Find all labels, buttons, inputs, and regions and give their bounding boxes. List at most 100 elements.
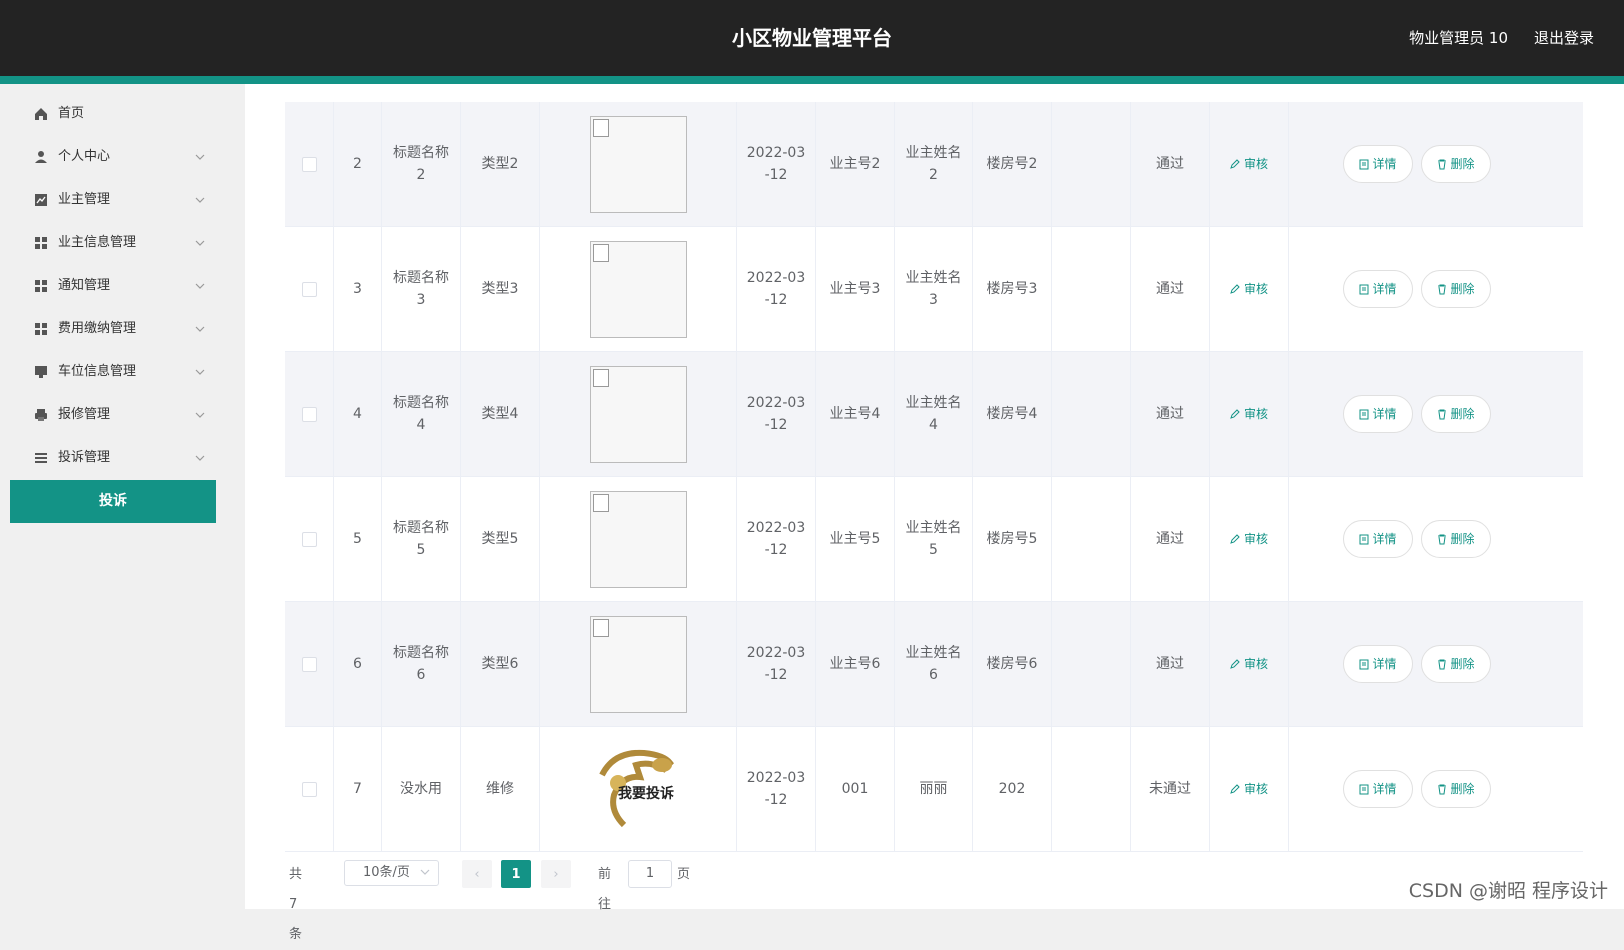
sidebar-item-4[interactable]: 通知管理: [0, 268, 245, 304]
row-checkbox[interactable]: [301, 281, 317, 297]
audit-button[interactable]: 审核: [1230, 403, 1268, 425]
complaint-image-text: 我要投诉: [618, 786, 674, 802]
action-buttons: 详情 删除: [1339, 770, 1495, 808]
room-number-cell-text: 楼房号2: [986, 156, 1038, 172]
sidebar-item-5[interactable]: 费用缴纳管理: [0, 311, 245, 347]
delete-button[interactable]: 删除: [1421, 270, 1491, 308]
sidebar-item-6[interactable]: 车位信息管理: [0, 354, 245, 390]
title-cell: 标题名称 2: [382, 102, 461, 226]
room-number-cell: 楼房号5: [973, 477, 1052, 601]
owner-number-cell: 业主号6: [816, 602, 895, 726]
room-number-cell: 楼房号4: [973, 352, 1052, 476]
table-row: 6 标题名称 6 类型6 2022-03 -12 业主号6 业主姓名 6 楼房号6 通过 审核 详…: [285, 602, 1583, 727]
sidebar-subitem-complaint[interactable]: 投诉: [10, 480, 216, 523]
trash-icon: [1438, 784, 1447, 794]
audit-button[interactable]: 审核: [1230, 278, 1268, 300]
sidebar-item-8[interactable]: 投诉管理: [0, 440, 245, 476]
logout-link[interactable]: 退出登录: [1534, 26, 1594, 50]
empty-cell: [1052, 227, 1131, 351]
detail-button[interactable]: 详情: [1343, 395, 1413, 433]
audit-label: 审核: [1243, 532, 1268, 546]
date-cell: 2022-03 -12: [737, 602, 816, 726]
audit-button[interactable]: 审核: [1230, 653, 1268, 675]
delete-button[interactable]: 删除: [1421, 395, 1491, 433]
row-checkbox[interactable]: [301, 656, 317, 672]
detail-button[interactable]: 详情: [1343, 145, 1413, 183]
row-index-text: 5: [353, 531, 362, 547]
edit-icon: [1230, 409, 1240, 419]
image-cell: 我要投诉: [540, 727, 737, 851]
chevron-down-icon: [195, 197, 205, 203]
audit-label: 审核: [1243, 782, 1268, 796]
owner-number-cell: 业主号3: [816, 227, 895, 351]
broken-image: [589, 240, 687, 338]
row-index: 3: [334, 227, 382, 351]
type-cell: 维修: [461, 727, 540, 851]
date-cell: 2022-03 -12: [737, 352, 816, 476]
user-icon: [35, 151, 47, 163]
title-cell: 标题名称 5: [382, 477, 461, 601]
chevron-down-icon: [195, 326, 205, 332]
row-index: 2: [334, 102, 382, 226]
row-checkbox[interactable]: [301, 406, 317, 422]
prev-page-button[interactable]: ‹: [462, 860, 492, 888]
type-cell-text: 维修: [486, 781, 514, 797]
audit-button[interactable]: 审核: [1230, 778, 1268, 800]
type-cell-text: 类型6: [481, 656, 519, 672]
detail-label: 详情: [1372, 282, 1397, 296]
action-buttons: 详情 删除: [1339, 520, 1495, 558]
broken-image: [589, 615, 687, 713]
current-page-button[interactable]: 1: [501, 860, 531, 888]
detail-button[interactable]: 详情: [1343, 645, 1413, 683]
sidebar-item-7[interactable]: 报修管理: [0, 397, 245, 433]
page-suffix-label: 页: [677, 867, 691, 882]
goto-page-input[interactable]: 1: [628, 860, 672, 888]
actions-cell: 详情 删除: [1289, 102, 1583, 226]
audit-button[interactable]: 审核: [1230, 153, 1268, 175]
table-row: 5 标题名称 5 类型5 2022-03 -12 业主号5 业主姓名 5 楼房号5 通过 审核 详…: [285, 477, 1583, 602]
audit-cell: 审核: [1210, 727, 1289, 851]
table-row: 3 标题名称 3 类型3 2022-03 -12 业主号3 业主姓名 3 楼房号3 通过 审核 详…: [285, 227, 1583, 352]
audit-cell: 审核: [1210, 602, 1289, 726]
owner-name-cell: 业主姓名 6: [895, 602, 973, 726]
delete-button[interactable]: 删除: [1421, 645, 1491, 683]
sidebar-item-label: 个人中心: [58, 149, 111, 164]
type-cell: 类型3: [461, 227, 540, 351]
actions-cell: 详情 删除: [1289, 352, 1583, 476]
detail-button[interactable]: 详情: [1343, 770, 1413, 808]
owner-name-cell: 业主姓名 5: [895, 477, 973, 601]
sidebar-item-0[interactable]: 首页: [0, 96, 245, 132]
delete-button[interactable]: 删除: [1421, 520, 1491, 558]
detail-button[interactable]: 详情: [1343, 520, 1413, 558]
owner-number-cell-text: 业主号6: [829, 656, 881, 672]
detail-button[interactable]: 详情: [1343, 270, 1413, 308]
checkbox-cell: [285, 477, 334, 601]
sidebar-item-label: 通知管理: [58, 278, 111, 293]
delete-button[interactable]: 删除: [1421, 770, 1491, 808]
room-number-cell: 楼房号3: [973, 227, 1052, 351]
page-size-select[interactable]: 10条/页: [344, 860, 439, 886]
owner-number-cell: 001: [816, 727, 895, 851]
status-cell-text: 通过: [1156, 156, 1184, 172]
type-cell: 类型2: [461, 102, 540, 226]
document-icon: [1359, 159, 1369, 169]
row-checkbox[interactable]: [301, 156, 317, 172]
delete-button[interactable]: 删除: [1421, 145, 1491, 183]
sidebar-item-3[interactable]: 业主信息管理: [0, 225, 245, 261]
row-checkbox[interactable]: [301, 531, 317, 547]
complaint-image: 我要投诉: [594, 745, 682, 833]
app-title: 小区物业管理平台: [732, 26, 892, 50]
edit-icon: [1230, 284, 1240, 294]
row-index-text: 3: [353, 281, 362, 297]
chevron-down-icon: [195, 412, 205, 418]
row-checkbox[interactable]: [301, 781, 317, 797]
audit-button[interactable]: 审核: [1230, 528, 1268, 550]
next-page-button[interactable]: ›: [541, 860, 571, 888]
sidebar-item-1[interactable]: 个人中心: [0, 139, 245, 175]
date-cell-text: 2022-03 -12: [746, 145, 806, 183]
broken-image: [589, 490, 687, 588]
grid-icon: [35, 323, 47, 335]
sidebar-item-2[interactable]: 业主管理: [0, 182, 245, 218]
printer-icon: [35, 409, 47, 421]
status-cell: 通过: [1131, 352, 1210, 476]
